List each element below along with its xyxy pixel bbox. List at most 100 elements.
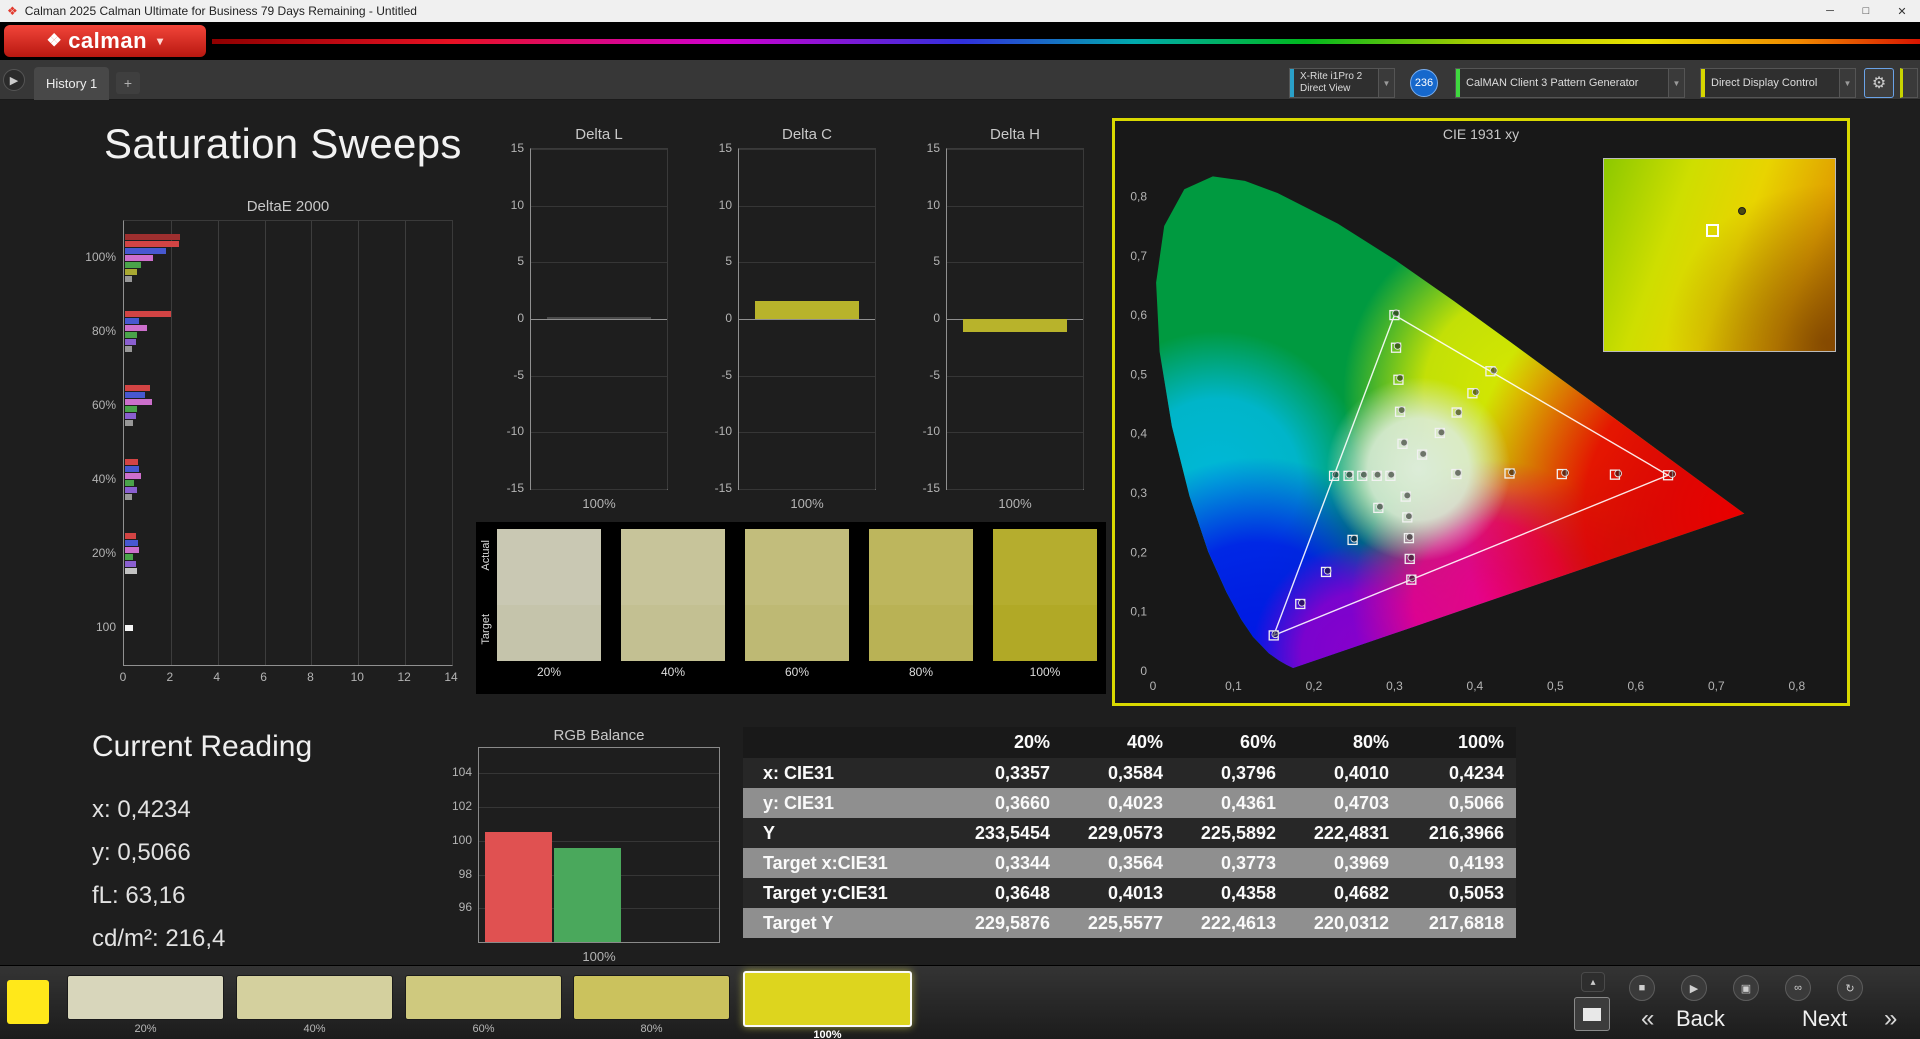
table-row: y: CIE31 0,3660 0,4023 0,4361 0,4703 0,5066: [743, 788, 1516, 818]
play-icon[interactable]: ▶: [1681, 975, 1707, 1001]
cie-zoom-inset: [1603, 158, 1836, 352]
pattern-swatch-60%[interactable]: [405, 975, 562, 1020]
pattern-swatch-label: 40%: [303, 1023, 326, 1035]
deltae-bar: [125, 533, 136, 539]
y-tick-label: 96: [458, 900, 472, 915]
refresh-icon[interactable]: ↻: [1837, 975, 1863, 1001]
svg-text:0,7: 0,7: [1708, 679, 1725, 693]
saturation-swatch-60%: 60%: [745, 529, 849, 679]
table-cell: 0,3660: [994, 792, 1050, 813]
cie-1931-panel: CIE 1931 xy 0 0,1 0,2 0,3 0,4 0,5 0,6 0,7 0,8 0,8…: [1112, 118, 1850, 706]
pattern-swatch-80%[interactable]: [573, 975, 730, 1020]
pattern-swatch-100%[interactable]: [743, 971, 912, 1027]
workflow-slim-button[interactable]: [1900, 68, 1918, 98]
y-tick-label: 104: [451, 765, 472, 780]
pattern-preview-square[interactable]: [7, 980, 49, 1024]
table-cell: 0,3344: [994, 852, 1050, 873]
gridline: [531, 262, 667, 264]
table-cell: 0,3773: [1220, 852, 1276, 873]
svg-text:0,5: 0,5: [1130, 367, 1147, 381]
gridline: [170, 221, 172, 665]
stop-icon[interactable]: ■: [1629, 975, 1655, 1001]
y-tick-label: -5: [721, 367, 732, 382]
rgb-x-label: 100%: [582, 949, 616, 964]
calman-logo-menu[interactable]: ❖ calman ▾: [4, 25, 206, 57]
delta_c-bar: [755, 300, 859, 319]
x-tick-label: 8: [307, 670, 314, 684]
rgb-balance-chart: RGB Balance 104 102 100 98 96 100%: [451, 727, 725, 967]
tab-history-1[interactable]: History 1: [34, 67, 110, 100]
tab-scroll-button[interactable]: ▶: [3, 69, 25, 91]
chevron-down-icon: ▼: [1839, 69, 1855, 97]
y-tick-label: 0: [933, 311, 940, 325]
meter-dropdown[interactable]: X-Rite i1Pro 2 Direct View ▼: [1289, 68, 1395, 98]
table-cell: 0,4013: [1107, 882, 1163, 903]
delta_h-bar: [963, 319, 1067, 333]
gridline: [217, 221, 219, 665]
eject-icon[interactable]: ▴: [1581, 972, 1605, 992]
gridline: [264, 221, 266, 665]
table-cell: 0,4193: [1448, 852, 1504, 873]
pattern-swatch-40%[interactable]: [236, 975, 393, 1020]
table-cell: 0,3796: [1220, 762, 1276, 783]
next-button[interactable]: Next: [1802, 1006, 1847, 1032]
pattern-generator-label: CalMAN Client 3 Pattern Generator: [1466, 77, 1639, 89]
display-control-dropdown[interactable]: Direct Display Control ▼: [1700, 68, 1856, 98]
pattern-swatch-label: 80%: [640, 1023, 663, 1035]
display-screen-icon: [1583, 1007, 1601, 1021]
next-chevron-icon[interactable]: »: [1884, 1005, 1897, 1033]
link-icon[interactable]: ∞: [1785, 975, 1811, 1001]
svg-text:0,6: 0,6: [1628, 679, 1645, 693]
tab-bar: ▶ History 1 + X-Rite i1Pro 2 Direct View…: [0, 60, 1920, 100]
svg-text:0,7: 0,7: [1130, 249, 1147, 263]
table-cell: 220,0312: [1313, 912, 1389, 933]
deltae-bar: [125, 325, 148, 331]
table-cell: 0,5053: [1448, 882, 1504, 903]
save-icon[interactable]: ▣: [1733, 975, 1759, 1001]
inset-measured-marker: [1737, 207, 1746, 215]
swatch-actual: [745, 529, 849, 605]
swatch-target: [497, 605, 601, 661]
table-cell: 222,4613: [1200, 912, 1276, 933]
meter-mode: Direct View: [1300, 83, 1351, 94]
table-header: [743, 727, 949, 758]
readings-table: 20% 40% 60% 80% 100% x: CIE31 0,3357 0,3584 0,3…: [743, 727, 1516, 938]
svg-text:0,4: 0,4: [1130, 427, 1147, 441]
delta-e-plot: [123, 220, 453, 666]
deltae-bar: [125, 311, 171, 317]
table-cell: 0,4023: [1107, 792, 1163, 813]
deltae-bar: [125, 554, 134, 560]
svg-text:0,2: 0,2: [1130, 545, 1147, 559]
close-button[interactable]: ✕: [1884, 0, 1920, 22]
gear-icon[interactable]: ⚙: [1864, 68, 1894, 98]
table-header: 60%: [1175, 727, 1288, 758]
display-icon[interactable]: [1574, 997, 1610, 1031]
chart-title: DeltaE 2000: [246, 198, 330, 215]
main-content: Saturation Sweeps DeltaE 2000 100% 80% 60%…: [0, 100, 1920, 965]
swatch-label: 40%: [660, 665, 686, 679]
delta-h-plot: [946, 148, 1084, 490]
add-tab-button[interactable]: +: [116, 72, 140, 94]
table-header-row: 20% 40% 60% 80% 100%: [743, 727, 1516, 758]
svg-text:0,1: 0,1: [1130, 605, 1147, 619]
pattern-generator-dropdown[interactable]: CalMAN Client 3 Pattern Generator ▼: [1455, 68, 1685, 98]
swatch-actual: [993, 529, 1097, 605]
row-label: Target y:CIE31: [763, 882, 888, 903]
y-tick-label: 100: [95, 620, 116, 634]
meter-count-badge[interactable]: 236: [1410, 69, 1438, 97]
svg-text:0,3: 0,3: [1386, 679, 1403, 693]
maximize-button[interactable]: □: [1848, 0, 1884, 22]
table-cell: 216,3966: [1428, 822, 1504, 843]
y-tick-label: -5: [513, 367, 524, 382]
chart-title: RGB Balance: [553, 727, 645, 744]
delta-l-plot: [530, 148, 668, 490]
back-chevron-icon[interactable]: «: [1641, 1005, 1654, 1033]
y-tick-label: 102: [451, 799, 472, 814]
gridline: [531, 149, 667, 150]
minimize-button[interactable]: ─: [1812, 0, 1848, 22]
y-tick-label: -15: [506, 481, 524, 495]
table-cell: 229,5876: [974, 912, 1050, 933]
pattern-swatch-20%[interactable]: [67, 975, 224, 1020]
deltae-bar: [125, 385, 150, 391]
back-button[interactable]: Back: [1676, 1006, 1725, 1032]
